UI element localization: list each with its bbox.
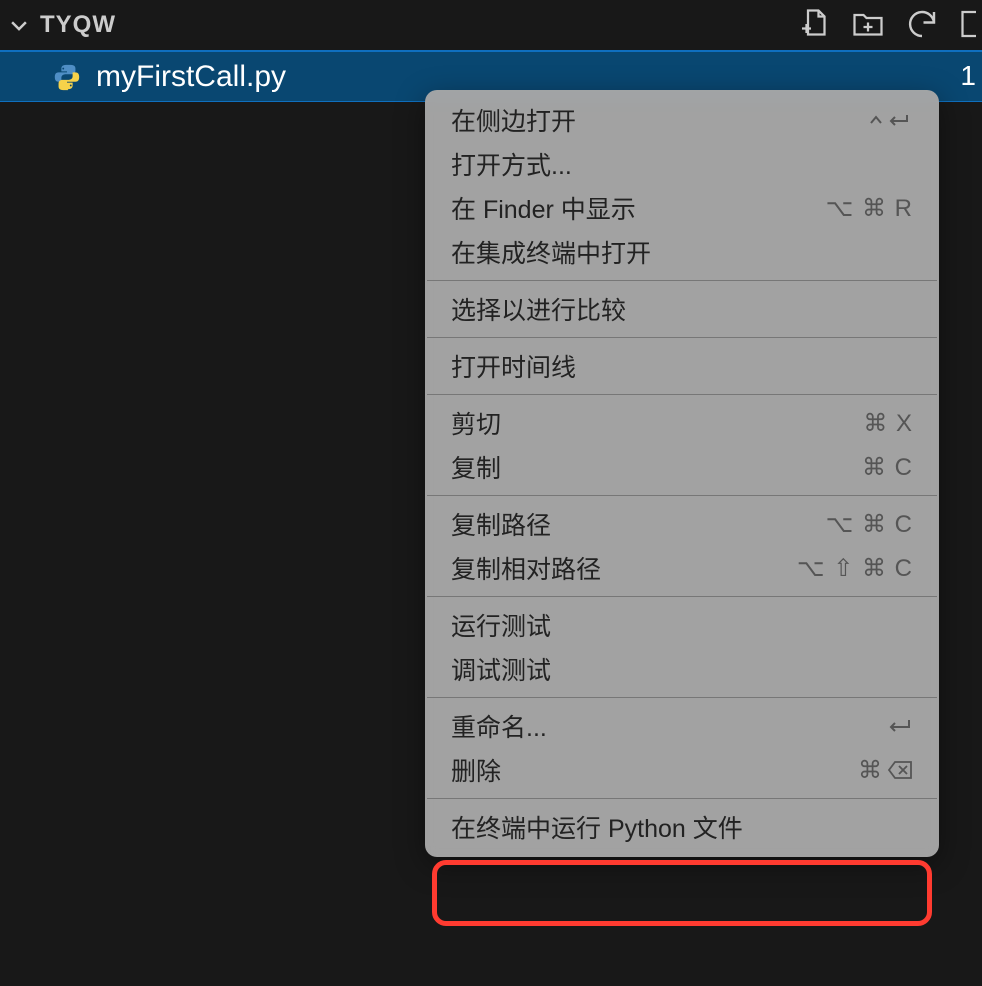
menu-separator bbox=[427, 596, 937, 597]
menu-item-select-compare[interactable]: 选择以进行比较 bbox=[425, 287, 939, 331]
menu-item-copy-path[interactable]: 复制路径⌥ ⌘ C bbox=[425, 502, 939, 546]
menu-item-open-side[interactable]: 在侧边打开 bbox=[425, 98, 939, 142]
explorer-folder-name: TYQW bbox=[40, 11, 116, 39]
menu-item-shortcut: ⌥ ⇧ ⌘ C bbox=[797, 554, 913, 583]
menu-item-open-timeline[interactable]: 打开时间线 bbox=[425, 344, 939, 388]
menu-item-label: 在集成终端中打开 bbox=[451, 234, 913, 270]
menu-item-label: 运行测试 bbox=[451, 607, 913, 643]
menu-item-shortcut bbox=[865, 109, 913, 131]
menu-item-copy-relative-path[interactable]: 复制相对路径⌥ ⇧ ⌘ C bbox=[425, 546, 939, 590]
context-menu: 在侧边打开打开方式... 在 Finder 中显示⌥ ⌘ R 在集成终端中打开选择以… bbox=[425, 90, 939, 857]
python-file-icon bbox=[52, 62, 82, 92]
menu-item-label: 打开时间线 bbox=[451, 348, 913, 384]
refresh-icon[interactable] bbox=[904, 6, 940, 47]
menu-item-label: 打开方式... bbox=[451, 146, 913, 182]
menu-item-debug-test[interactable]: 调试测试 bbox=[425, 647, 939, 691]
menu-item-open-with[interactable]: 打开方式... bbox=[425, 142, 939, 186]
menu-item-shortcut: ⌥ ⌘ C bbox=[826, 510, 913, 539]
menu-separator bbox=[427, 495, 937, 496]
menu-item-cut[interactable]: 剪切⌘ X bbox=[425, 401, 939, 445]
menu-separator bbox=[427, 697, 937, 698]
menu-item-run-test[interactable]: 运行测试 bbox=[425, 603, 939, 647]
menu-item-shortcut: ⌥ ⌘ R bbox=[826, 194, 913, 223]
menu-item-shortcut: ⌘ X bbox=[863, 409, 913, 438]
menu-item-label: 重命名... bbox=[451, 708, 885, 744]
menu-item-label: 在终端中运行 Python 文件 bbox=[451, 809, 913, 845]
menu-item-label: 在 Finder 中显示 bbox=[451, 190, 826, 226]
menu-item-copy[interactable]: 复制⌘ C bbox=[425, 445, 939, 489]
menu-item-label: 复制路径 bbox=[451, 506, 826, 542]
menu-item-run-python-terminal[interactable]: 在终端中运行 Python 文件 bbox=[425, 805, 939, 849]
menu-item-open-integrated-terminal[interactable]: 在集成终端中打开 bbox=[425, 230, 939, 274]
menu-item-delete[interactable]: 删除⌘ bbox=[425, 748, 939, 792]
menu-separator bbox=[427, 337, 937, 338]
menu-separator bbox=[427, 280, 937, 281]
collapse-icon[interactable] bbox=[958, 6, 976, 47]
chevron-down-icon bbox=[8, 14, 30, 36]
highlight-annotation bbox=[432, 860, 932, 926]
menu-item-shortcut: ⌘ C bbox=[862, 453, 913, 482]
menu-item-label: 调试测试 bbox=[451, 651, 913, 687]
menu-item-rename[interactable]: 重命名... bbox=[425, 704, 939, 748]
menu-item-label: 选择以进行比较 bbox=[451, 291, 913, 327]
menu-separator bbox=[427, 394, 937, 395]
menu-item-label: 复制 bbox=[451, 449, 862, 485]
menu-item-shortcut: ⌘ bbox=[858, 756, 913, 785]
new-file-icon[interactable] bbox=[796, 6, 832, 47]
file-name: myFirstCall.py bbox=[96, 60, 286, 94]
file-diff-count: 1 bbox=[960, 60, 976, 92]
menu-item-label: 复制相对路径 bbox=[451, 550, 797, 586]
new-folder-icon[interactable] bbox=[850, 6, 886, 47]
menu-item-label: 在侧边打开 bbox=[451, 102, 865, 138]
menu-item-label: 删除 bbox=[451, 752, 858, 788]
explorer-toolbar bbox=[796, 6, 976, 47]
menu-item-shortcut bbox=[885, 716, 913, 736]
menu-separator bbox=[427, 798, 937, 799]
menu-item-reveal-finder[interactable]: 在 Finder 中显示⌥ ⌘ R bbox=[425, 186, 939, 230]
menu-item-label: 剪切 bbox=[451, 405, 863, 441]
